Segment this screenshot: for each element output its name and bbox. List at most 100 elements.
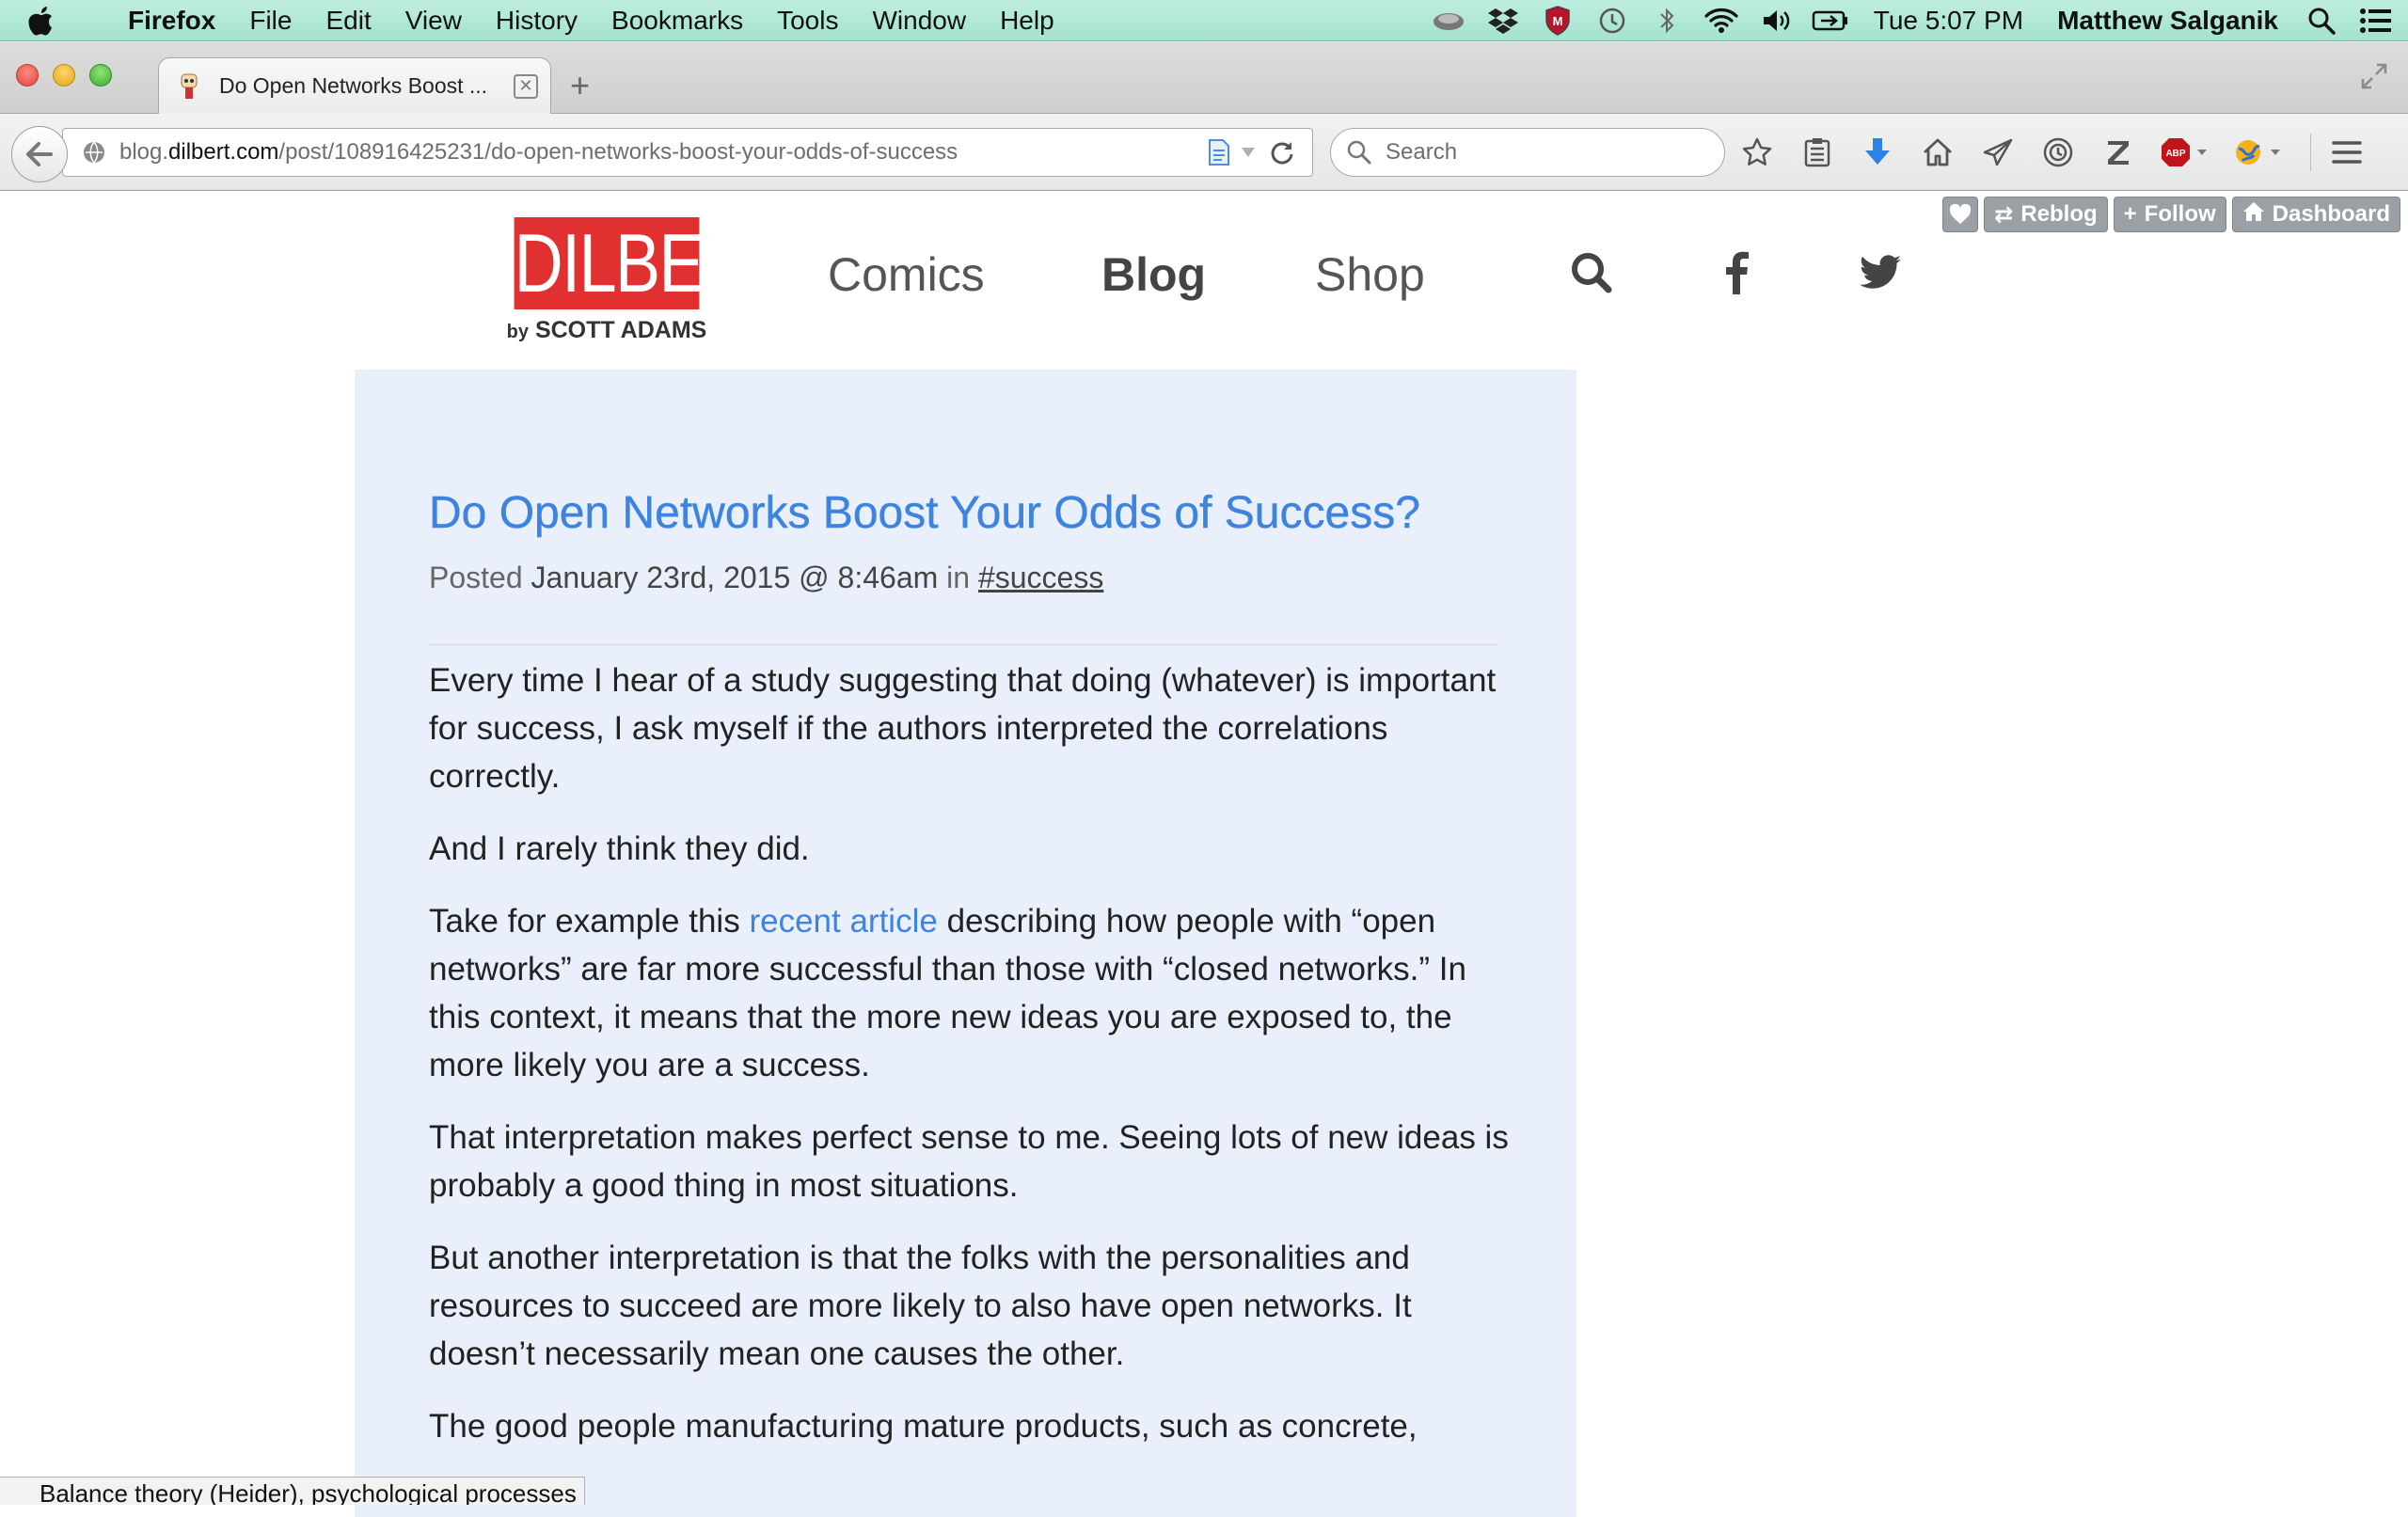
wifi-icon[interactable] bbox=[1703, 6, 1740, 36]
navigation-toolbar: blog.dilbert.com/post/108916425231/do-op… bbox=[0, 114, 2408, 191]
menu-extras: M Tue 5:07 PM Matthew Salganik bbox=[1413, 0, 2408, 41]
reblog-button[interactable]: ⇄ Reblog bbox=[1984, 197, 2108, 232]
tab-close-icon[interactable]: ✕ bbox=[514, 73, 538, 99]
reading-list-icon[interactable] bbox=[1798, 134, 1836, 171]
twitter-icon[interactable] bbox=[1857, 249, 1904, 296]
in-label: in bbox=[946, 561, 971, 594]
menu-edit[interactable]: Edit bbox=[325, 6, 371, 36]
paragraph-1: Every time I hear of a study suggesting … bbox=[429, 662, 1497, 795]
url-prefix: blog. bbox=[119, 139, 169, 165]
adblock-plus-icon[interactable]: ABP bbox=[2160, 134, 2210, 171]
dilbert-favicon-icon bbox=[176, 72, 202, 101]
url-domain: dilbert.com bbox=[168, 139, 279, 165]
menu-clock[interactable]: Tue 5:07 PM bbox=[1874, 6, 2023, 36]
divider bbox=[429, 644, 1499, 645]
new-tab-button[interactable]: + bbox=[570, 69, 590, 103]
paragraph-3-before: Take for example this bbox=[429, 903, 740, 940]
svg-text:M: M bbox=[1552, 14, 1562, 28]
search-placeholder: Search bbox=[1386, 139, 1458, 165]
spotlight-icon[interactable] bbox=[2303, 6, 2340, 36]
menu-view[interactable]: View bbox=[405, 6, 462, 36]
toolbar-separator bbox=[2310, 134, 2311, 171]
logo-wordmark: DILBERT bbox=[514, 216, 790, 309]
nav-comics[interactable]: Comics bbox=[828, 247, 985, 302]
menu-history[interactable]: History bbox=[496, 6, 578, 36]
post-title[interactable]: Do Open Networks Boost Your Odds of Succ… bbox=[429, 487, 1511, 539]
bookmark-star-icon[interactable] bbox=[1738, 134, 1776, 171]
fullscreen-icon[interactable] bbox=[2359, 61, 2389, 91]
logo-byline: by SCOTT ADAMS bbox=[494, 317, 720, 344]
post-body: Every time I hear of a study suggesting … bbox=[429, 656, 1520, 1475]
like-button[interactable] bbox=[1942, 197, 1979, 232]
page-content: ⇄ Reblog + Follow Dashboard DILBERT by S… bbox=[0, 191, 2408, 1517]
reblog-label: Reblog bbox=[2020, 201, 2098, 227]
menu-file[interactable]: File bbox=[249, 6, 292, 36]
dashboard-home-icon bbox=[2242, 201, 2265, 229]
url-path: /post/108916425231/do-open-networks-boos… bbox=[278, 139, 958, 165]
back-button[interactable] bbox=[11, 126, 68, 182]
dashboard-button[interactable]: Dashboard bbox=[2231, 197, 2400, 232]
close-window-button[interactable] bbox=[16, 64, 39, 87]
tumblr-controls: ⇄ Reblog + Follow Dashboard bbox=[1937, 197, 2400, 234]
time-machine-icon[interactable] bbox=[1593, 6, 1631, 36]
globe-addon-icon[interactable] bbox=[2233, 134, 2284, 171]
volume-icon[interactable] bbox=[1757, 6, 1795, 36]
mcafee-icon[interactable]: M bbox=[1539, 6, 1576, 36]
post-date: January 23rd, 2015 @ 8:46am bbox=[531, 561, 939, 594]
zoom-window-button[interactable] bbox=[89, 64, 112, 87]
url-history-dropdown-icon[interactable] bbox=[1241, 146, 1256, 159]
menu-window[interactable]: Window bbox=[872, 6, 966, 36]
menu-icon[interactable] bbox=[2328, 134, 2366, 171]
home-icon[interactable] bbox=[1919, 134, 1956, 171]
menu-help[interactable]: Help bbox=[1000, 6, 1054, 36]
site-search-icon[interactable] bbox=[1568, 249, 1615, 296]
menu-firefox[interactable]: Firefox bbox=[128, 6, 215, 36]
menu-tools[interactable]: Tools bbox=[777, 6, 838, 36]
plus-icon: + bbox=[2123, 201, 2137, 227]
tab-strip: Do Open Networks Boost ... ✕ + bbox=[0, 42, 2408, 114]
url-text[interactable]: blog.dilbert.com/post/108916425231/do-op… bbox=[119, 139, 1201, 166]
reblog-icon: ⇄ bbox=[1994, 201, 2014, 228]
minimize-window-button[interactable] bbox=[53, 64, 75, 87]
recent-article-link[interactable]: recent article bbox=[749, 903, 937, 940]
post-tag-link[interactable]: #success bbox=[978, 561, 1103, 594]
svg-text:ABP: ABP bbox=[2165, 149, 2185, 159]
zotero-icon[interactable] bbox=[2099, 134, 2137, 171]
dashboard-label: Dashboard bbox=[2272, 201, 2390, 227]
link-status-tooltip: Balance theory (Heider), psychological p… bbox=[0, 1477, 585, 1505]
follow-label: Follow bbox=[2144, 201, 2216, 227]
apple-menu-icon[interactable] bbox=[26, 6, 77, 36]
url-bar[interactable]: blog.dilbert.com/post/108916425231/do-op… bbox=[62, 128, 1313, 177]
site-identity-icon[interactable] bbox=[82, 140, 106, 165]
search-bar[interactable]: Search bbox=[1330, 128, 1725, 177]
macos-menu-bar: Firefox File Edit View History Bookmarks… bbox=[0, 0, 2408, 41]
search-icon bbox=[1346, 139, 1372, 166]
logo-byline-by: by bbox=[506, 322, 529, 342]
nav-blog[interactable]: Blog bbox=[1101, 247, 1206, 302]
dropbox-icon[interactable] bbox=[1484, 6, 1522, 36]
menu-bookmarks[interactable]: Bookmarks bbox=[611, 6, 743, 36]
browser-toolbar-icons: ABP bbox=[1738, 133, 2388, 172]
blog-post: Do Open Networks Boost Your Odds of Succ… bbox=[355, 370, 1576, 1517]
notification-center-icon[interactable] bbox=[2357, 6, 2395, 36]
menu-user[interactable]: Matthew Salganik bbox=[2057, 6, 2278, 36]
history-icon[interactable] bbox=[2039, 134, 2077, 171]
reload-icon[interactable] bbox=[1269, 139, 1295, 166]
logo-byline-name: SCOTT ADAMS bbox=[534, 317, 707, 343]
send-icon[interactable] bbox=[1979, 134, 2017, 171]
paragraph-2: And I rarely think they did. bbox=[429, 830, 810, 867]
downloads-icon[interactable] bbox=[1859, 134, 1896, 171]
paragraph-6: The good people manufacturing mature pro… bbox=[429, 1408, 1418, 1445]
facebook-icon[interactable] bbox=[1713, 249, 1760, 296]
growl-icon[interactable] bbox=[1430, 6, 1467, 36]
nav-shop[interactable]: Shop bbox=[1315, 247, 1425, 302]
reader-view-icon[interactable] bbox=[1207, 138, 1231, 166]
paragraph-5: But another interpretation is that the f… bbox=[429, 1240, 1412, 1372]
site-logo[interactable]: DILBERT by SCOTT ADAMS bbox=[494, 216, 791, 344]
paragraph-3: Take for example this recent article des… bbox=[429, 897, 1520, 1089]
bluetooth-icon[interactable] bbox=[1648, 6, 1686, 36]
battery-icon[interactable] bbox=[1812, 6, 1849, 36]
tab-active[interactable]: Do Open Networks Boost ... ✕ bbox=[158, 57, 551, 114]
follow-button[interactable]: + Follow bbox=[2113, 197, 2226, 232]
post-meta: Posted January 23rd, 2015 @ 8:46am in #s… bbox=[429, 561, 1103, 595]
